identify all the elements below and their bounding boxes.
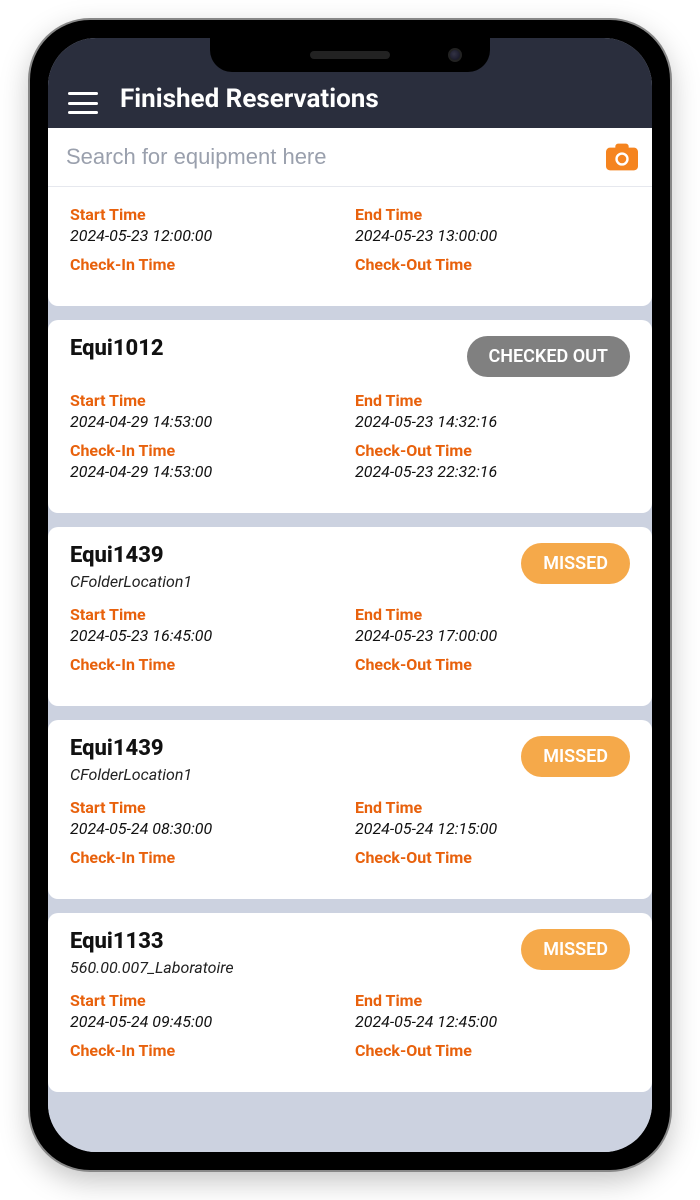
checkin-time-label: Check-In Time (70, 655, 345, 674)
equipment-title: Equi1012 (70, 336, 164, 361)
end-time-label: End Time (355, 205, 630, 224)
start-time-label: Start Time (70, 391, 345, 410)
start-time-value: 2024-05-24 08:30:00 (70, 819, 345, 838)
equipment-title: Equi1133 (70, 929, 234, 954)
checkin-time-value: 2024-04-29 14:53:00 (70, 462, 345, 481)
end-time-value: 2024-05-24 12:45:00 (355, 1012, 630, 1031)
end-time-label: End Time (355, 605, 630, 624)
checkout-time-label: Check-Out Time (355, 848, 630, 867)
start-time-label: Start Time (70, 605, 345, 624)
checkout-time-value: 2024-05-23 22:32:16 (355, 462, 630, 481)
page-title: Finished Reservations (120, 84, 379, 114)
reservation-card[interactable]: Start Time 2024-05-23 12:00:00 End Time … (48, 187, 652, 306)
camera-icon[interactable] (606, 143, 638, 171)
checkin-time-label: Check-In Time (70, 441, 345, 460)
start-time-value: 2024-05-23 12:00:00 (70, 226, 345, 245)
checkout-time-label: Check-Out Time (355, 1041, 630, 1060)
start-time-label: Start Time (70, 798, 345, 817)
checkout-time-label: Check-Out Time (355, 441, 630, 460)
screen: Finished Reservations Start Time 2024-05… (48, 38, 652, 1152)
checkin-time-label: Check-In Time (70, 1041, 345, 1060)
reservation-card[interactable]: Equi1133 560.00.007_Laboratoire MISSED S… (48, 913, 652, 1092)
phone-frame: Finished Reservations Start Time 2024-05… (30, 20, 670, 1170)
status-badge: MISSED (521, 543, 630, 584)
equipment-title: Equi1439 (70, 543, 192, 568)
device-notch (210, 38, 490, 72)
checkin-time-label: Check-In Time (70, 848, 345, 867)
start-time-label: Start Time (70, 991, 345, 1010)
end-time-label: End Time (355, 391, 630, 410)
status-badge: MISSED (521, 736, 630, 777)
equipment-location: CFolderLocation1 (70, 572, 192, 591)
status-badge: CHECKED OUT (467, 336, 631, 377)
status-badge: MISSED (521, 929, 630, 970)
equipment-location: 560.00.007_Laboratoire (70, 958, 234, 977)
reservation-card[interactable]: Equi1439 CFolderLocation1 MISSED Start T… (48, 720, 652, 899)
end-time-label: End Time (355, 798, 630, 817)
end-time-label: End Time (355, 991, 630, 1010)
reservation-card[interactable]: Equi1439 CFolderLocation1 MISSED Start T… (48, 527, 652, 706)
end-time-value: 2024-05-23 14:32:16 (355, 412, 630, 431)
checkout-time-label: Check-Out Time (355, 655, 630, 674)
search-bar (48, 128, 652, 187)
checkin-time-label: Check-In Time (70, 255, 345, 274)
checkout-time-label: Check-Out Time (355, 255, 630, 274)
reservation-list[interactable]: Start Time 2024-05-23 12:00:00 End Time … (48, 187, 652, 1152)
reservation-card[interactable]: Equi1012 CHECKED OUT Start Time 2024-04-… (48, 320, 652, 513)
equipment-title: Equi1439 (70, 736, 192, 761)
end-time-value: 2024-05-23 17:00:00 (355, 626, 630, 645)
search-input[interactable] (62, 138, 596, 176)
end-time-value: 2024-05-23 13:00:00 (355, 226, 630, 245)
start-time-value: 2024-05-24 09:45:00 (70, 1012, 345, 1031)
start-time-value: 2024-04-29 14:53:00 (70, 412, 345, 431)
start-time-value: 2024-05-23 16:45:00 (70, 626, 345, 645)
menu-icon[interactable] (68, 92, 98, 114)
end-time-value: 2024-05-24 12:15:00 (355, 819, 630, 838)
start-time-label: Start Time (70, 205, 345, 224)
equipment-location: CFolderLocation1 (70, 765, 192, 784)
